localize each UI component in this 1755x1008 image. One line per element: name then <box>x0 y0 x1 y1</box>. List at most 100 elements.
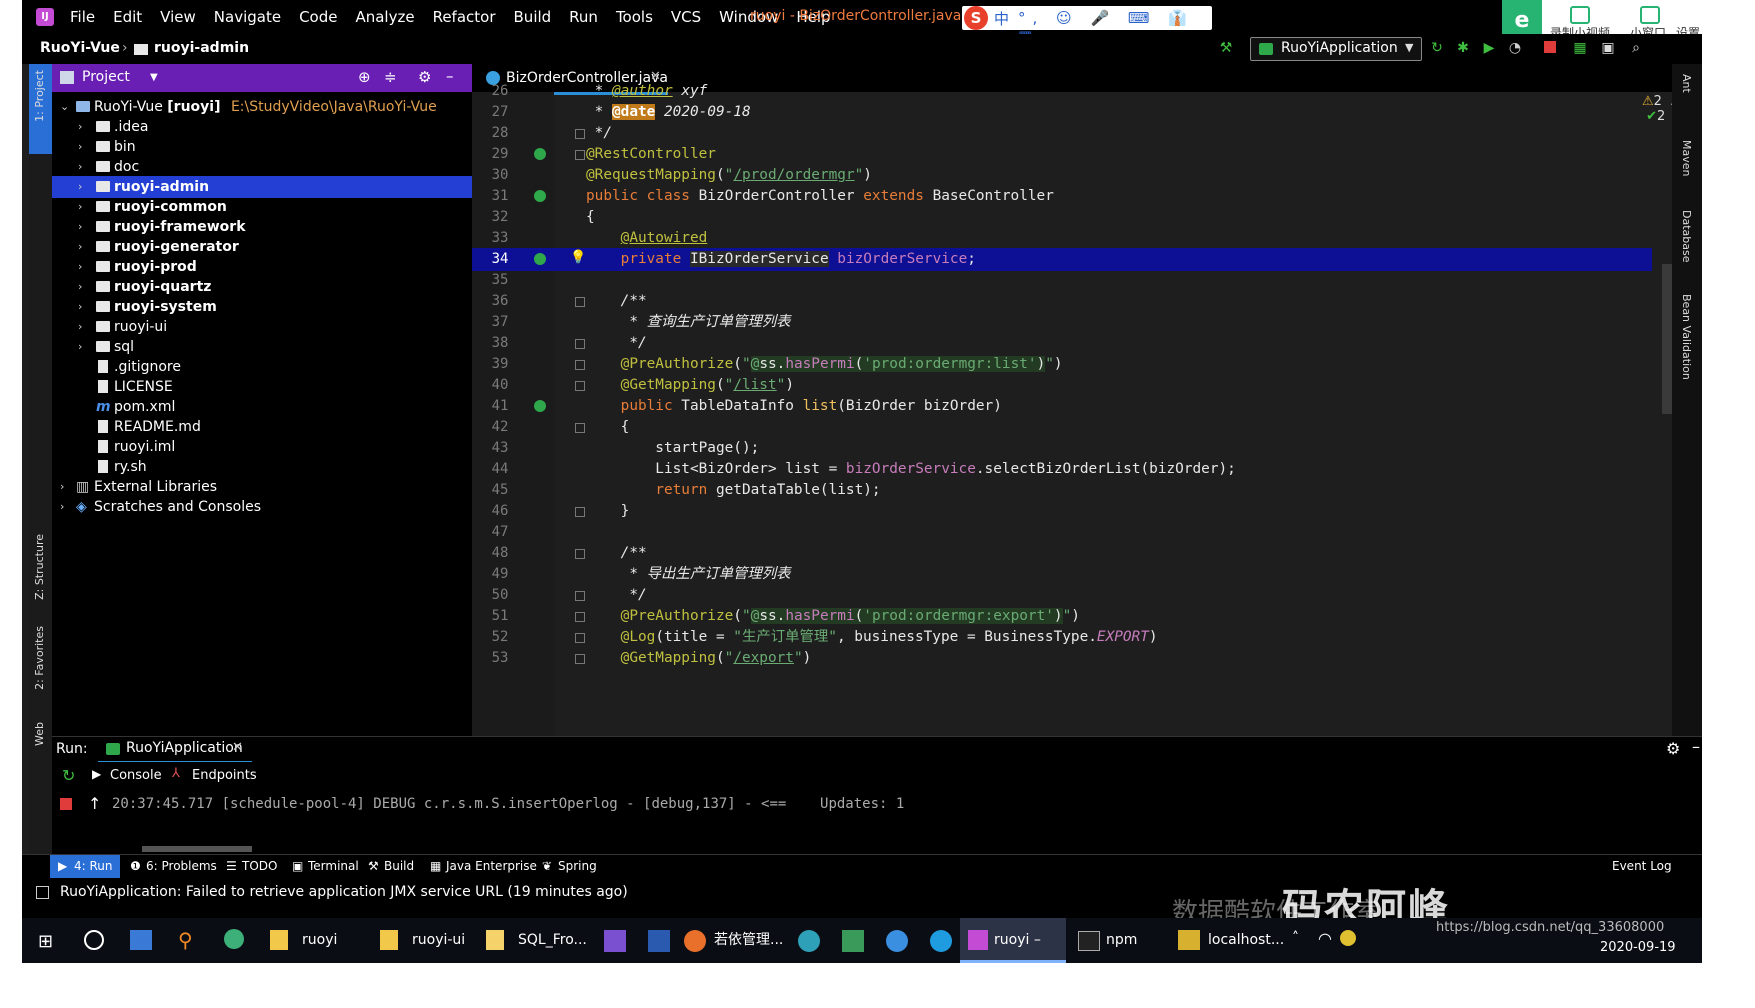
tool-problems[interactable]: 6: Problems <box>146 859 217 873</box>
database-tool-tab[interactable]: Database <box>1680 210 1693 263</box>
web-tool-tab[interactable]: Web <box>33 722 46 746</box>
taskbar-item-ruoyi-ui[interactable]: ruoyi-ui <box>372 918 472 963</box>
tree-item-ruoyi-system[interactable]: › ruoyi-system <box>52 296 472 318</box>
taskbar-item-npm[interactable]: npm <box>1072 918 1166 963</box>
taskbar-item-firefox[interactable]: 若依管理... <box>676 918 786 963</box>
tree-item-pom[interactable]: m pom.xml <box>52 396 472 418</box>
endpoint-icon[interactable] <box>534 400 546 412</box>
rerun-icon[interactable]: ↻ <box>62 766 75 785</box>
menu-navigate[interactable]: Navigate <box>214 8 281 26</box>
menu-edit[interactable]: Edit <box>113 8 142 26</box>
tree-item-sql[interactable]: › sql <box>52 336 472 358</box>
tool-todo[interactable]: TODO <box>242 859 277 873</box>
tool-spring[interactable]: Spring <box>558 859 597 873</box>
collapse-all-icon[interactable]: ≑ <box>384 68 397 86</box>
powershell-icon[interactable] <box>648 930 670 952</box>
editor-scrollbar[interactable] <box>1662 264 1672 414</box>
status-message[interactable]: RuoYiApplication: Failed to retrieve app… <box>60 884 628 900</box>
taskbar-item-ruoyi[interactable]: ruoyi <box>262 918 362 963</box>
menu-file[interactable]: File <box>70 8 95 26</box>
tree-root[interactable]: ⌄ RuoYi-Vue [ruoyi] E:\StudyVideo\Java\R… <box>52 96 472 118</box>
ime-language-toggle[interactable]: 中 <box>994 8 1009 29</box>
gear-icon[interactable]: ⚙ <box>1666 739 1680 758</box>
menu-view[interactable]: View <box>160 8 196 26</box>
menu-analyze[interactable]: Analyze <box>355 8 414 26</box>
tree-item-gitignore[interactable]: .gitignore <box>52 356 472 378</box>
bean-validation-tool-tab[interactable]: Bean Validation <box>1680 294 1693 380</box>
tree-item-license[interactable]: LICENSE <box>52 376 472 398</box>
gear-icon[interactable]: ⚙ <box>418 68 431 86</box>
debug-icon[interactable]: ✱ <box>1455 40 1471 56</box>
tree-item-readme[interactable]: README.md <box>52 416 472 438</box>
mini-window-icon[interactable] <box>1640 6 1660 24</box>
favorites-tool-tab[interactable]: 2: Favorites <box>33 626 46 690</box>
endpoints-tab[interactable]: Endpoints <box>192 768 257 783</box>
taskbar-item-intellij[interactable]: ruoyi – Bi... <box>960 918 1066 993</box>
project-tool-tab[interactable]: 1: Project <box>29 64 52 154</box>
tree-item-idea[interactable]: › .idea <box>52 116 472 138</box>
tray-chevron-up-icon[interactable]: ˄ <box>1292 930 1299 946</box>
hide-panel-icon[interactable]: – <box>1692 737 1700 756</box>
edge-icon[interactable] <box>930 930 952 952</box>
project-view-select[interactable]: Project <box>82 69 130 85</box>
taskbar-date[interactable]: 2020-09-19 <box>1600 940 1676 955</box>
tree-item-ruoyi-ui[interactable]: › ruoyi-ui <box>52 316 472 338</box>
tree-item-external-libraries[interactable]: › ▥ External Libraries <box>52 476 472 498</box>
coverage-icon[interactable]: ▶ <box>1481 40 1497 56</box>
profile-icon[interactable]: ◔ <box>1507 40 1523 56</box>
tool-terminal[interactable]: Terminal <box>308 859 359 873</box>
tool-build[interactable]: Build <box>384 859 414 873</box>
event-log-button[interactable]: Event Log <box>1612 859 1672 873</box>
menu-code[interactable]: Code <box>299 8 337 26</box>
tree-item-ruoyi-common[interactable]: › ruoyi-common <box>52 196 472 218</box>
tool-run[interactable]: ▶ 4: Run <box>50 855 120 879</box>
sogou-logo-icon[interactable]: S <box>964 6 988 30</box>
chevron-down-icon[interactable]: ▼ <box>150 72 158 83</box>
maven-tool-tab[interactable]: Maven <box>1680 140 1693 176</box>
menu-tools[interactable]: Tools <box>616 8 653 26</box>
taskbar-item-localhost[interactable]: localhost... <box>1172 918 1284 963</box>
build-hammer-icon[interactable]: ⚒ <box>1218 40 1234 56</box>
autowired-icon[interactable] <box>534 253 546 265</box>
tray-app-icon[interactable] <box>1340 930 1356 946</box>
locate-icon[interactable]: ⊕ <box>358 68 371 86</box>
tree-item-ruoyi-quartz[interactable]: › ruoyi-quartz <box>52 276 472 298</box>
bean-icon[interactable] <box>534 190 546 202</box>
tree-item-bin[interactable]: › bin <box>52 136 472 158</box>
console-output[interactable]: 20:37:45.717 [schedule-pool-4] DEBUG c.r… <box>112 796 904 812</box>
hide-panel-icon[interactable]: – <box>446 67 454 85</box>
search-app-icon[interactable]: ⚲ <box>178 928 193 952</box>
map-app-icon[interactable] <box>224 929 244 949</box>
tree-item-scratches[interactable]: › ◈ Scratches and Consoles <box>52 496 472 518</box>
breadcrumb-project[interactable]: RuoYi-Vue <box>40 40 120 56</box>
layout-icon[interactable]: ▣ <box>1600 40 1616 56</box>
status-toggle-icon[interactable] <box>36 886 49 899</box>
console-tab[interactable]: Console <box>110 768 162 783</box>
menu-vcs[interactable]: VCS <box>671 8 701 26</box>
ant-tool-tab[interactable]: Ant <box>1680 74 1693 93</box>
wifi-icon[interactable]: ◠ <box>1318 929 1332 948</box>
console-scrollbar[interactable] <box>142 846 252 852</box>
scroll-up-icon[interactable]: ↑ <box>88 794 101 813</box>
run-config-select[interactable]: RuoYiApplication ▼ <box>1250 37 1422 61</box>
menu-build[interactable]: Build <box>514 8 552 26</box>
close-icon[interactable]: ✕ <box>232 740 243 755</box>
tree-item-ruoyi-framework[interactable]: › ruoyi-framework <box>52 216 472 238</box>
structure-tool-tab[interactable]: Z: Structure <box>33 534 46 600</box>
breadcrumb-module[interactable]: ruoyi-admin <box>154 40 249 56</box>
tree-item-doc[interactable]: › doc <box>52 156 472 178</box>
project-structure-icon[interactable]: ▦ <box>1572 40 1588 56</box>
tool-java-enterprise[interactable]: Java Enterprise <box>446 859 537 873</box>
feishu-icon[interactable] <box>886 930 908 952</box>
rerun-icon[interactable]: ↻ <box>1429 40 1445 56</box>
record-video-icon[interactable] <box>1570 6 1590 24</box>
menu-refactor[interactable]: Refactor <box>433 8 496 26</box>
lightbulb-icon[interactable]: 💡 <box>570 250 586 265</box>
cortana-icon[interactable] <box>84 930 104 950</box>
app-icon[interactable] <box>842 930 864 952</box>
computer-icon[interactable] <box>130 930 152 950</box>
search-icon[interactable]: ⌕ <box>1628 40 1644 56</box>
menu-run[interactable]: Run <box>569 8 598 26</box>
tree-item-ruoyi-admin[interactable]: › ruoyi-admin <box>52 176 472 198</box>
stop-icon[interactable] <box>1544 41 1556 53</box>
